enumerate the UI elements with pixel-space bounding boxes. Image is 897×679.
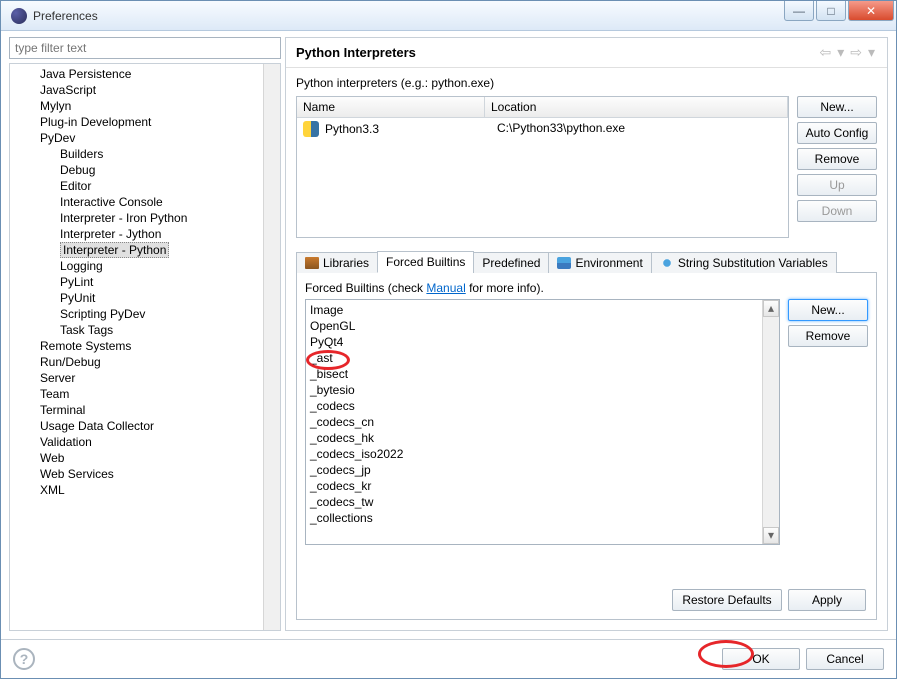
cancel-button[interactable]: Cancel	[806, 648, 884, 670]
filter-input[interactable]	[9, 37, 281, 59]
builtin-item[interactable]: _codecs_iso2022	[310, 446, 775, 462]
tree-item-team[interactable]: Team	[10, 386, 280, 402]
tab-environment[interactable]: Environment	[548, 252, 651, 273]
tree-item-scripting-pydev[interactable]: Scripting PyDev	[10, 306, 280, 322]
restore-defaults-button[interactable]: Restore Defaults	[672, 589, 782, 611]
tree-item-xml[interactable]: XML	[10, 482, 280, 498]
nav-menu-icon[interactable]: ▾	[866, 44, 877, 61]
tree-item-pylint[interactable]: PyLint	[10, 274, 280, 290]
interpreter-name: Python3.3	[325, 122, 379, 136]
up-button[interactable]: Up	[797, 174, 877, 196]
tab-forced-builtins[interactable]: Forced Builtins	[377, 251, 474, 273]
python-icon	[303, 121, 319, 137]
scroll-down-icon[interactable]: ▾	[763, 527, 779, 544]
builtin-item[interactable]: _codecs_tw	[310, 494, 775, 510]
new-builtin-button[interactable]: New...	[788, 299, 868, 321]
forced-builtins-label: Forced Builtins (check Manual for more i…	[305, 281, 868, 295]
tree-item-validation[interactable]: Validation	[10, 434, 280, 450]
libraries-icon	[305, 257, 319, 269]
page-title: Python Interpreters	[296, 45, 817, 60]
tree-item-web-services[interactable]: Web Services	[10, 466, 280, 482]
remove-interpreter-button[interactable]: Remove	[797, 148, 877, 170]
maximize-button[interactable]: □	[816, 1, 846, 21]
tab-libraries[interactable]: Libraries	[296, 252, 378, 273]
column-location[interactable]: Location	[485, 97, 788, 117]
preferences-tree[interactable]: Java PersistenceJavaScriptMylynPlug-in D…	[10, 64, 280, 630]
close-button[interactable]: ✕	[848, 1, 894, 21]
tree-item-interpreter-jython[interactable]: Interpreter - Jython	[10, 226, 280, 242]
help-icon[interactable]: ?	[13, 648, 35, 670]
builtin-item[interactable]: PyQt4	[310, 334, 775, 350]
builtin-item[interactable]: _codecs_kr	[310, 478, 775, 494]
tree-item-builders[interactable]: Builders	[10, 146, 280, 162]
minimize-button[interactable]: —	[784, 1, 814, 21]
interpreters-table[interactable]: Name Location Python3.3 C:\Python33\pyth…	[296, 96, 789, 238]
builtin-item[interactable]: OpenGL	[310, 318, 775, 334]
tree-item-terminal[interactable]: Terminal	[10, 402, 280, 418]
config-tabs: Libraries Forced Builtins Predefined Env…	[296, 250, 877, 273]
nav-back-menu-icon[interactable]: ▾	[835, 44, 846, 61]
tree-item-interpreter-iron-python[interactable]: Interpreter - Iron Python	[10, 210, 280, 226]
scroll-up-icon[interactable]: ▴	[763, 300, 779, 317]
tree-item-usage-data-collector[interactable]: Usage Data Collector	[10, 418, 280, 434]
down-button[interactable]: Down	[797, 200, 877, 222]
environment-icon	[557, 257, 571, 269]
tree-item-remote-systems[interactable]: Remote Systems	[10, 338, 280, 354]
tree-item-editor[interactable]: Editor	[10, 178, 280, 194]
string-sub-icon	[660, 257, 674, 269]
apply-button[interactable]: Apply	[788, 589, 866, 611]
builtin-item[interactable]: _codecs	[310, 398, 775, 414]
tree-item-task-tags[interactable]: Task Tags	[10, 322, 280, 338]
window-title: Preferences	[33, 9, 892, 23]
interpreter-row[interactable]: Python3.3 C:\Python33\python.exe	[297, 118, 788, 140]
app-icon	[11, 8, 27, 24]
tree-item-interpreter-python[interactable]: Interpreter - Python	[10, 242, 280, 258]
nav-forward-icon[interactable]: ⇨	[848, 44, 864, 61]
builtin-item[interactable]: _bisect	[310, 366, 775, 382]
tree-item-web[interactable]: Web	[10, 450, 280, 466]
tree-item-mylyn[interactable]: Mylyn	[10, 98, 280, 114]
auto-config-button[interactable]: Auto Config	[797, 122, 877, 144]
tree-item-interactive-console[interactable]: Interactive Console	[10, 194, 280, 210]
new-interpreter-button[interactable]: New...	[797, 96, 877, 118]
tab-string-substitution[interactable]: String Substitution Variables	[651, 252, 837, 273]
tree-item-pydev[interactable]: PyDev	[10, 130, 280, 146]
tree-item-javascript[interactable]: JavaScript	[10, 82, 280, 98]
builtin-item[interactable]: _codecs_jp	[310, 462, 775, 478]
tree-item-pyunit[interactable]: PyUnit	[10, 290, 280, 306]
tree-item-plug-in-development[interactable]: Plug-in Development	[10, 114, 280, 130]
builtin-item[interactable]: _codecs_cn	[310, 414, 775, 430]
tree-item-logging[interactable]: Logging	[10, 258, 280, 274]
tab-predefined[interactable]: Predefined	[473, 252, 549, 273]
ok-button[interactable]: OK	[722, 648, 800, 670]
manual-link[interactable]: Manual	[426, 281, 465, 295]
builtin-item[interactable]: _collections	[310, 510, 775, 526]
interpreter-location: C:\Python33\python.exe	[491, 121, 782, 137]
tree-item-server[interactable]: Server	[10, 370, 280, 386]
tree-item-debug[interactable]: Debug	[10, 162, 280, 178]
tree-item-java-persistence[interactable]: Java Persistence	[10, 66, 280, 82]
builtin-item[interactable]: Image	[310, 302, 775, 318]
titlebar: Preferences — □ ✕	[1, 1, 896, 31]
forced-builtins-list[interactable]: ImageOpenGLPyQt4_ast_bisect_bytesio_code…	[306, 300, 779, 528]
nav-back-icon[interactable]: ⇦	[817, 44, 833, 61]
forced-list-scrollbar[interactable]: ▴ ▾	[762, 300, 779, 544]
remove-builtin-button[interactable]: Remove	[788, 325, 868, 347]
tree-scrollbar[interactable]	[263, 64, 280, 630]
page-subtitle: Python interpreters (e.g.: python.exe)	[296, 74, 877, 96]
tree-item-run-debug[interactable]: Run/Debug	[10, 354, 280, 370]
builtin-item[interactable]: _ast	[310, 350, 775, 366]
builtin-item[interactable]: _codecs_hk	[310, 430, 775, 446]
builtin-item[interactable]: _bytesio	[310, 382, 775, 398]
column-name[interactable]: Name	[297, 97, 485, 117]
